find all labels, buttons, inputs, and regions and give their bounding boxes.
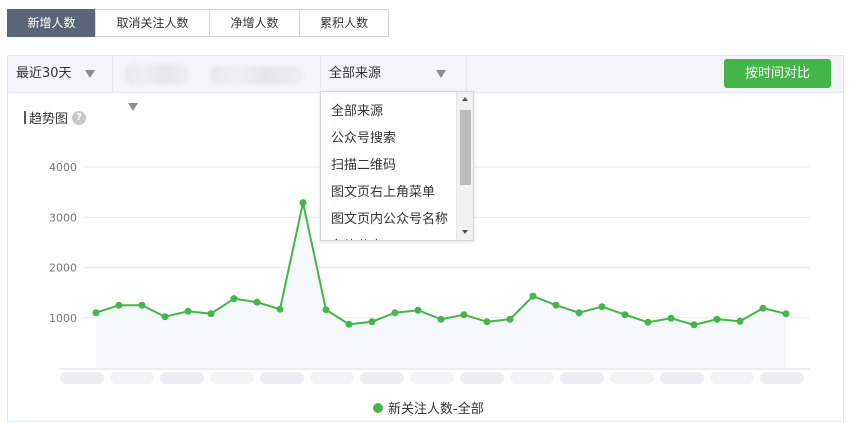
redacted-x-label <box>710 372 754 384</box>
source-option[interactable]: 全部来源 <box>321 98 456 125</box>
data-point <box>345 320 353 328</box>
source-option[interactable]: 公众号搜索 <box>321 125 456 152</box>
section-title: 趋势图 ? <box>24 108 87 127</box>
data-point <box>276 305 284 313</box>
redacted-content <box>125 64 189 84</box>
redacted-x-label <box>310 372 354 384</box>
compare-by-time-button[interactable]: 按时间对比 <box>724 59 831 88</box>
data-point <box>736 317 744 325</box>
data-point <box>92 309 100 317</box>
redacted-x-label <box>410 372 454 384</box>
data-point <box>253 298 261 306</box>
help-icon[interactable]: ? <box>72 110 87 125</box>
data-point <box>414 306 422 314</box>
scroll-down-icon[interactable] <box>462 230 468 234</box>
redacted-x-label <box>760 372 804 384</box>
data-point <box>529 292 537 300</box>
dropdown-scrollbar[interactable] <box>456 92 473 240</box>
data-point <box>322 306 330 314</box>
data-point <box>460 311 468 319</box>
redacted-x-label <box>360 372 404 384</box>
y-tick-label: 4000 <box>49 161 77 174</box>
data-point <box>506 315 514 323</box>
data-point <box>644 318 652 326</box>
y-tick-label: 1000 <box>49 312 77 325</box>
data-point <box>138 301 146 309</box>
redacted-x-label <box>210 372 254 384</box>
redacted-x-label <box>460 372 504 384</box>
data-point <box>184 307 192 315</box>
section-title-text: 趋势图 <box>29 112 69 127</box>
y-tick-label: 2000 <box>49 262 77 275</box>
chevron-down-icon <box>85 70 95 78</box>
filter-toolbar: 最近30天 全部来源 按时间对比 <box>8 56 843 93</box>
date-range-select[interactable]: 最近30天 <box>8 56 113 92</box>
data-point <box>690 321 698 329</box>
data-point <box>552 301 560 309</box>
source-option[interactable]: 图文页右上角菜单 <box>321 179 456 206</box>
title-marker <box>24 111 26 124</box>
data-point <box>368 318 376 326</box>
source-option[interactable]: 名片分享 <box>321 233 456 240</box>
tab-cumulative[interactable]: 累积人数 <box>299 9 389 37</box>
data-point <box>483 318 491 326</box>
data-point <box>759 304 767 312</box>
date-range-label: 最近30天 <box>16 66 72 81</box>
data-point <box>621 311 629 319</box>
redacted-x-label <box>560 372 604 384</box>
chart-x-axis <box>60 368 810 384</box>
scroll-thumb[interactable] <box>460 110 471 185</box>
data-point <box>391 309 399 317</box>
chevron-down-icon <box>436 70 446 78</box>
tab-net-growth[interactable]: 净增人数 <box>209 9 300 37</box>
source-option[interactable]: 图文页内公众号名称 <box>321 206 456 233</box>
source-options: 全部来源公众号搜索扫描二维码图文页右上角菜单图文页内公众号名称名片分享 <box>321 98 456 240</box>
redacted-x-label <box>510 372 554 384</box>
redacted-content <box>209 66 303 84</box>
data-point <box>299 199 307 207</box>
legend-marker <box>373 402 383 413</box>
redacted-x-label <box>260 372 304 384</box>
source-select[interactable]: 全部来源 <box>321 56 467 92</box>
data-point <box>207 310 215 318</box>
data-point <box>437 315 445 323</box>
redacted-x-label <box>110 372 154 384</box>
account-select[interactable] <box>113 56 321 92</box>
redacted-x-label <box>610 372 654 384</box>
source-option[interactable]: 扫描二维码 <box>321 152 456 179</box>
data-point <box>782 310 790 318</box>
redacted-x-label <box>160 372 204 384</box>
data-point <box>115 301 123 309</box>
source-select-label: 全部来源 <box>329 66 382 81</box>
tab-new-followers[interactable]: 新增人数 <box>7 9 96 37</box>
y-tick-label: 3000 <box>49 211 77 224</box>
redacted-x-label <box>60 372 104 384</box>
data-point <box>230 295 238 303</box>
metric-tabs: 新增人数 取消关注人数 净增人数 累积人数 <box>7 9 389 37</box>
tab-unfollowers[interactable]: 取消关注人数 <box>95 9 210 37</box>
chart-legend[interactable]: 新关注人数-全部 <box>373 398 484 417</box>
source-dropdown: 全部来源公众号搜索扫描二维码图文页右上角菜单图文页内公众号名称名片分享 <box>320 91 474 241</box>
redacted-x-label <box>660 372 704 384</box>
chevron-down-icon[interactable] <box>128 103 138 111</box>
data-point <box>161 313 169 321</box>
data-point <box>575 309 583 317</box>
scroll-up-icon[interactable] <box>462 97 468 101</box>
chart-y-ticks: 1000 2000 3000 4000 <box>49 161 77 325</box>
data-point <box>713 315 721 323</box>
data-point <box>598 303 606 311</box>
data-point <box>667 314 675 322</box>
legend-label: 新关注人数-全部 <box>388 402 484 417</box>
